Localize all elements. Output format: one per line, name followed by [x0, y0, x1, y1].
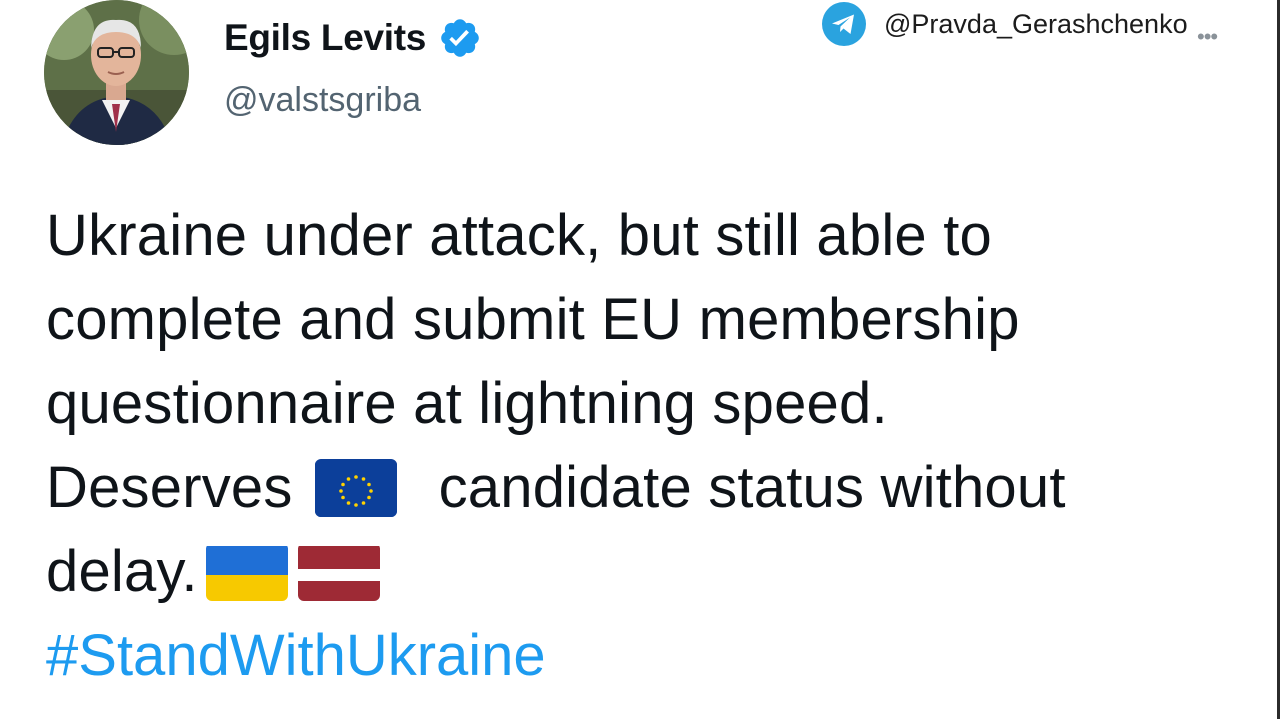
telegram-watermark: @Pravda_Gerashchenko [822, 0, 1188, 48]
tweet-line-segment: Deserves [46, 455, 293, 520]
profile-photo [44, 0, 189, 145]
eu-flag-icon [314, 458, 397, 517]
avatar[interactable] [44, 0, 189, 145]
tweet-line: complete and submit EU membership [46, 287, 1020, 352]
tweet-line-segment: delay. [46, 539, 198, 604]
verified-badge-icon [438, 16, 482, 60]
more-options-icon[interactable]: ••• [1197, 24, 1218, 50]
tweet-line: Deserves candidate status without [46, 446, 1266, 530]
latvia-flag-icon [297, 543, 380, 601]
hashtag-link[interactable]: #StandWithUkraine [46, 614, 546, 698]
tweet-line-segment: candidate status without [438, 455, 1066, 520]
tweet-text: Ukraine under attack, but still able to … [46, 194, 1266, 614]
ukraine-flag-icon [205, 543, 288, 601]
author-display-name[interactable]: Egils Levits [224, 14, 482, 62]
tweet-line: delay. [46, 530, 1266, 614]
watermark-text: @Pravda_Gerashchenko [884, 8, 1188, 39]
telegram-icon [822, 2, 866, 46]
tweet-line: questionnaire at lightning speed. [46, 371, 888, 436]
tweet-line: Ukraine under attack, but still able to [46, 203, 992, 268]
author-handle[interactable]: @valstsgriba [224, 78, 421, 122]
display-name-text: Egils Levits [224, 17, 427, 58]
